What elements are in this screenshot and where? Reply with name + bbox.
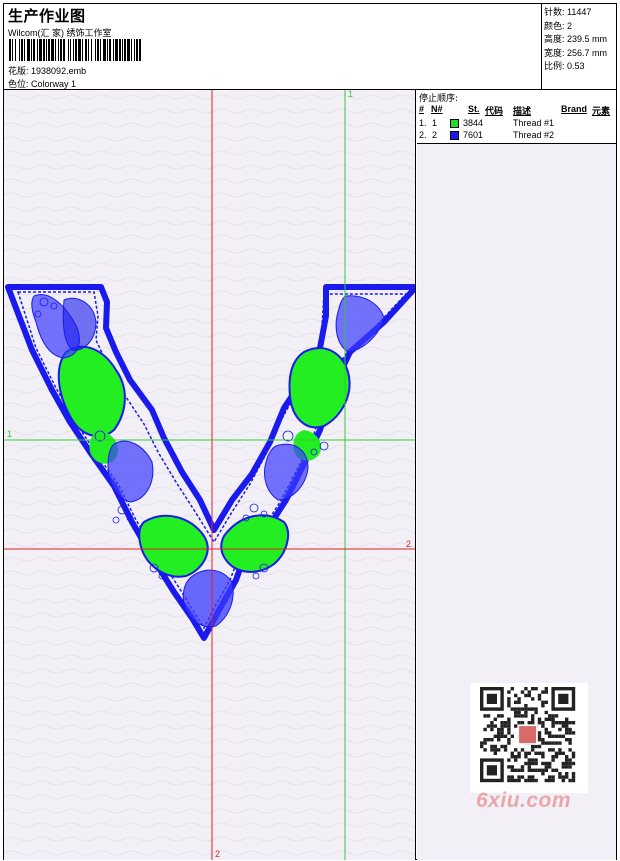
spec-scale: 比例: 0.53 (544, 61, 585, 71)
design-file-label: 花版: (8, 66, 29, 76)
col-head-brand: Brand (561, 104, 588, 114)
qr-code-watermark (470, 683, 588, 793)
design-file-line: 花版: 1938092.emb (8, 64, 86, 77)
col-head-element: 元素 (592, 106, 611, 116)
spec-width: 宽度: 256.7 mm (544, 47, 608, 58)
colorway-label: 色位: (8, 79, 29, 89)
stop-row[interactable]: 2. 2 7601 Thread #2 (417, 130, 616, 143)
watermark-site: 6xiu.com (476, 789, 572, 812)
col-head-code: 代码 (485, 106, 504, 116)
design-canvas[interactable]: 1 1 2 2 (4, 90, 416, 860)
red-vertical-guide-label: 2 (215, 849, 221, 859)
spec-colors: 颜色: 2 (544, 20, 573, 31)
canvas-texture (4, 90, 415, 860)
colorway-value: Colorway 1 (31, 79, 77, 89)
spec-height: 高度: 239.5 mm (544, 34, 608, 44)
thread-swatch-2 (450, 131, 459, 140)
spec-stitches: 针数: 11447 (544, 7, 592, 17)
col-head-stitch: St. (468, 104, 480, 114)
company-name: Wilcom(汇 家) 绣饰工作室 (8, 28, 112, 38)
colorway-line: 色位: Colorway 1 (8, 77, 76, 90)
stop-sequence-title: 停止顺序: (419, 94, 459, 104)
stop-sequence-table: 停止顺序: # N# St. 代码 描述 Brand 元素 1. 1 3844 … (417, 90, 616, 144)
col-head-index: # (419, 104, 425, 114)
worksheet-title: 生产作业图 (8, 7, 86, 25)
col-head-needle: N# (431, 104, 443, 114)
red-horizontal-guide-label: 2 (406, 539, 412, 549)
qr-code (480, 687, 576, 783)
barcode (9, 39, 141, 61)
green-vertical-guide-label: 1 (348, 90, 354, 99)
thread-swatch-1 (450, 119, 459, 128)
worksheet-header: 生产作业图 Wilcom(汇 家) 绣饰工作室 花版: 1938092.emb … (4, 4, 616, 90)
col-head-description: 描述 (513, 106, 532, 116)
design-file-value: 1938092.emb (31, 66, 87, 76)
green-horizontal-guide-label: 1 (7, 429, 13, 439)
embroidery-preview (4, 90, 415, 860)
design-specs: 针数: 11447 颜色: 2 高度: 239.5 mm 宽度: 256.7 m… (541, 4, 616, 90)
